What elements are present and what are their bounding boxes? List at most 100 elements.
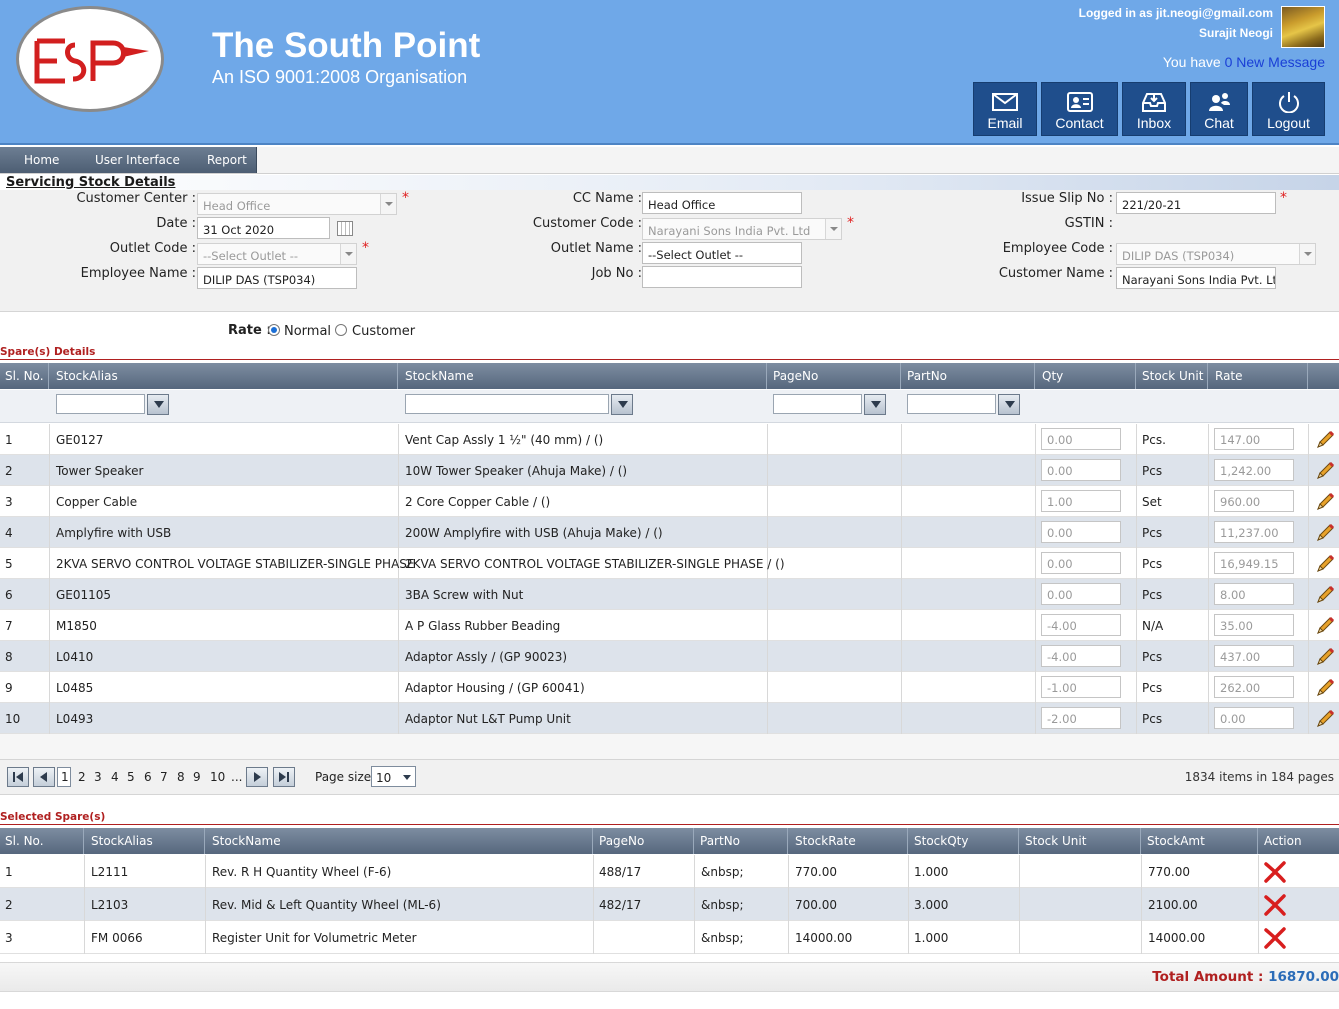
qty-input[interactable]: 0.00: [1041, 459, 1121, 481]
page-link[interactable]: 7: [160, 770, 168, 784]
menu-report[interactable]: Report: [207, 153, 247, 167]
page-current[interactable]: 1: [57, 767, 71, 787]
customer-center-select[interactable]: Head Office: [197, 193, 397, 215]
customer-name-field[interactable]: Narayani Sons India Pvt. Ltd: [1116, 267, 1276, 289]
col-stock-alias[interactable]: StockAlias: [84, 828, 205, 854]
menu-home[interactable]: Home: [24, 153, 59, 167]
rate-input[interactable]: 960.00: [1214, 490, 1294, 512]
page-link[interactable]: 4: [111, 770, 119, 784]
edit-pencil-icon[interactable]: [1314, 429, 1336, 451]
col-sl-no[interactable]: Sl. No.: [0, 828, 84, 854]
col-stock-alias[interactable]: StockAlias: [49, 363, 398, 389]
first-page-button[interactable]: [7, 767, 29, 787]
qty-input[interactable]: -2.00: [1041, 707, 1121, 729]
rate-input[interactable]: 35.00: [1214, 614, 1294, 636]
col-qty[interactable]: Qty: [1035, 363, 1136, 389]
avatar[interactable]: [1281, 6, 1325, 48]
rate-input[interactable]: 8.00: [1214, 583, 1294, 605]
calendar-icon[interactable]: [337, 221, 353, 236]
logout-button[interactable]: Logout: [1252, 82, 1325, 136]
delete-x-icon[interactable]: [1263, 860, 1287, 884]
qty-input[interactable]: 0.00: [1041, 552, 1121, 574]
page-link[interactable]: 2: [78, 770, 86, 784]
col-stock-amt[interactable]: StockAmt: [1141, 828, 1258, 854]
page-link[interactable]: 3: [94, 770, 102, 784]
cc-name-field[interactable]: Head Office: [642, 192, 802, 214]
customer-code-select[interactable]: Narayani Sons India Pvt. Ltd: [642, 218, 842, 240]
page-link[interactable]: 10: [210, 770, 225, 784]
rate-input[interactable]: 16,949.15: [1214, 552, 1294, 574]
col-stock-unit[interactable]: Stock Unit: [1136, 363, 1208, 389]
rate-input[interactable]: 0.00: [1214, 707, 1294, 729]
col-action[interactable]: Action: [1258, 828, 1339, 854]
filter-icon[interactable]: [864, 394, 886, 415]
inbox-button[interactable]: Inbox: [1122, 82, 1186, 136]
qty-input[interactable]: 1.00: [1041, 490, 1121, 512]
part-no-filter-input[interactable]: [907, 394, 996, 414]
col-stock-name[interactable]: StockName: [398, 363, 767, 389]
col-sl-no[interactable]: Sl. No.: [0, 363, 49, 389]
qty-input[interactable]: -4.00: [1041, 614, 1121, 636]
filter-icon[interactable]: [611, 394, 633, 415]
qty-input[interactable]: -4.00: [1041, 645, 1121, 667]
page-ellipsis[interactable]: ...: [231, 770, 242, 784]
new-message-link[interactable]: 0 New Message: [1225, 54, 1325, 70]
rate-customer-radio[interactable]: [335, 324, 347, 336]
last-page-button[interactable]: [273, 767, 295, 787]
date-input[interactable]: 31 Oct 2020: [197, 217, 330, 239]
col-stock-name[interactable]: StockName: [205, 828, 593, 854]
outlet-name-select[interactable]: --Select Outlet --: [642, 242, 802, 264]
col-stock-unit[interactable]: Stock Unit: [1019, 828, 1141, 854]
edit-pencil-icon[interactable]: [1314, 553, 1336, 575]
chat-button[interactable]: Chat: [1190, 82, 1248, 136]
page-link[interactable]: 8: [177, 770, 185, 784]
col-rate[interactable]: Rate: [1208, 363, 1308, 389]
col-stock-qty[interactable]: StockQty: [908, 828, 1019, 854]
job-no-input[interactable]: [642, 266, 802, 288]
delete-x-icon[interactable]: [1263, 926, 1287, 950]
filter-icon[interactable]: [998, 394, 1020, 415]
filter-icon[interactable]: [147, 394, 169, 415]
rate-input[interactable]: 1,242.00: [1214, 459, 1294, 481]
page-link[interactable]: 6: [144, 770, 152, 784]
col-page-no[interactable]: PageNo: [593, 828, 694, 854]
page-no-filter-input[interactable]: [773, 394, 862, 414]
employee-name-field[interactable]: DILIP DAS (TSP034): [197, 267, 357, 289]
qty-input[interactable]: 0.00: [1041, 521, 1121, 543]
edit-pencil-icon[interactable]: [1314, 584, 1336, 606]
col-part-no[interactable]: PartNo: [694, 828, 788, 854]
employee-code-select[interactable]: DILIP DAS (TSP034): [1116, 243, 1316, 265]
edit-pencil-icon[interactable]: [1314, 491, 1336, 513]
edit-pencil-icon[interactable]: [1314, 522, 1336, 544]
email-button[interactable]: Email: [973, 82, 1037, 136]
edit-pencil-icon[interactable]: [1314, 460, 1336, 482]
prev-page-button[interactable]: [33, 767, 55, 787]
rate-input[interactable]: 262.00: [1214, 676, 1294, 698]
menu-user-interface[interactable]: User Interface: [95, 153, 180, 167]
stock-alias-filter-input[interactable]: [56, 394, 145, 414]
rate-input[interactable]: 147.00: [1214, 428, 1294, 450]
edit-pencil-icon[interactable]: [1314, 677, 1336, 699]
contact-button[interactable]: Contact: [1041, 82, 1118, 136]
col-page-no[interactable]: PageNo: [767, 363, 901, 389]
edit-pencil-icon[interactable]: [1314, 646, 1336, 668]
page-link[interactable]: 9: [193, 770, 201, 784]
edit-pencil-icon[interactable]: [1314, 708, 1336, 730]
edit-pencil-icon[interactable]: [1314, 615, 1336, 637]
qty-input[interactable]: 0.00: [1041, 583, 1121, 605]
page-link[interactable]: 5: [127, 770, 135, 784]
col-part-no[interactable]: PartNo: [901, 363, 1035, 389]
col-stock-rate[interactable]: StockRate: [788, 828, 908, 854]
rate-input[interactable]: 437.00: [1214, 645, 1294, 667]
page-size-select[interactable]: 10: [371, 766, 416, 787]
rate-normal-radio[interactable]: [268, 324, 280, 336]
qty-input[interactable]: 0.00: [1041, 428, 1121, 450]
next-page-button[interactable]: [246, 767, 268, 787]
issue-slip-field[interactable]: 221/20-21: [1116, 192, 1276, 214]
delete-x-icon[interactable]: [1263, 893, 1287, 917]
stock-name-filter-input[interactable]: [405, 394, 609, 414]
rate-input[interactable]: 11,237.00: [1214, 521, 1294, 543]
qty-input[interactable]: -1.00: [1041, 676, 1121, 698]
outlet-code-select[interactable]: --Select Outlet --: [197, 243, 357, 265]
column-divider: [901, 610, 902, 641]
